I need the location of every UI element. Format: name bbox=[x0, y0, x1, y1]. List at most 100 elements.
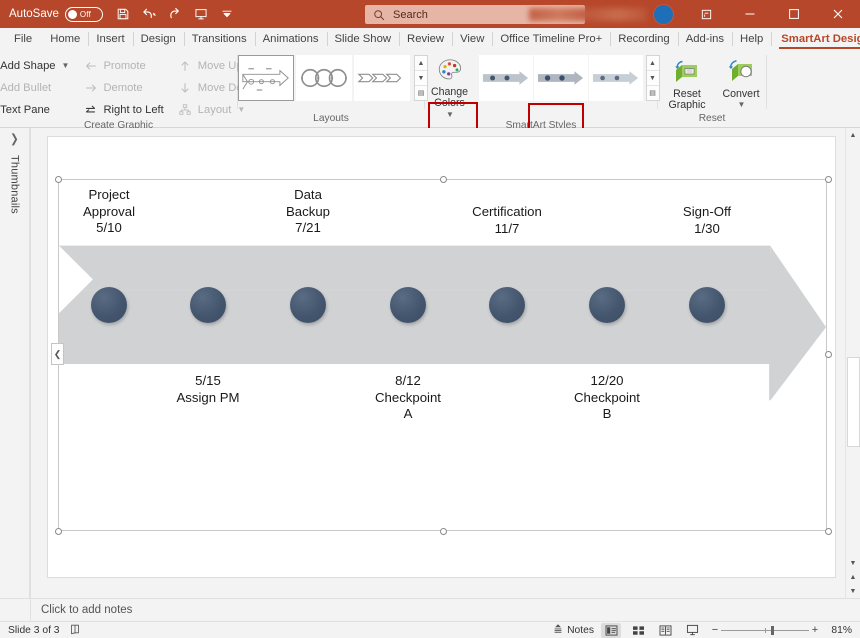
scroll-thumb[interactable] bbox=[847, 357, 860, 447]
resize-handle-top-left[interactable] bbox=[55, 176, 62, 183]
style-simple-fill-thumb[interactable] bbox=[479, 55, 533, 101]
scroll-down-arrow-icon[interactable]: ▼ bbox=[850, 556, 857, 570]
slide-number-label[interactable]: Slide 3 of 3 bbox=[8, 625, 60, 636]
normal-view-icon[interactable] bbox=[601, 623, 621, 638]
resize-handle-bottom-left[interactable] bbox=[55, 528, 62, 535]
slide-canvas[interactable]: Project Approval 5/10 Data Backup 7/21 C… bbox=[47, 136, 836, 578]
notes-placeholder[interactable]: Click to add notes bbox=[31, 604, 132, 616]
milestone-label-6[interactable]: 12/20 Checkpoint B bbox=[547, 373, 667, 423]
layout-chevrons-thumb[interactable] bbox=[354, 55, 410, 101]
thumbnail-pane[interactable]: ❯ Thumbnails bbox=[0, 128, 30, 598]
tab-insert[interactable]: Insert bbox=[88, 28, 132, 50]
convert-caret-icon[interactable]: ▼ bbox=[738, 99, 746, 111]
zoom-thumb[interactable] bbox=[771, 626, 774, 635]
scroll-down-icon[interactable]: ▼ bbox=[647, 71, 659, 86]
tab-file[interactable]: File bbox=[0, 28, 42, 50]
style-inset-thumb[interactable] bbox=[534, 55, 588, 101]
milestone-node-5[interactable] bbox=[489, 287, 525, 323]
tab-recording[interactable]: Recording bbox=[610, 28, 678, 50]
tab-add-ins[interactable]: Add-ins bbox=[678, 28, 732, 50]
accessibility-icon[interactable] bbox=[69, 623, 81, 638]
slideshow-icon[interactable] bbox=[682, 623, 702, 638]
milestone-label-5[interactable]: Certification 11/7 bbox=[447, 204, 567, 237]
milestone-label-3[interactable]: Data Backup 7/21 bbox=[248, 187, 368, 237]
convert-button[interactable]: Convert ▼ bbox=[716, 55, 766, 111]
autosave-toggle[interactable]: Off bbox=[65, 7, 103, 22]
autosave-control[interactable]: AutoSave Off bbox=[9, 7, 103, 22]
zoom-out-button[interactable]: − bbox=[709, 624, 721, 636]
notes-pane[interactable]: Click to add notes bbox=[0, 598, 860, 621]
milestone-label-7[interactable]: Sign-Off 1/30 bbox=[647, 204, 767, 237]
tab-animations[interactable]: Animations bbox=[255, 28, 327, 50]
demote-label: Demote bbox=[103, 82, 142, 94]
milestone-node-2[interactable] bbox=[190, 287, 226, 323]
tab-home[interactable]: Home bbox=[42, 28, 88, 50]
tab-transitions[interactable]: Transitions bbox=[184, 28, 255, 50]
milestone-node-6[interactable] bbox=[589, 287, 625, 323]
milestone-node-3[interactable] bbox=[290, 287, 326, 323]
milestone-node-4[interactable] bbox=[390, 287, 426, 323]
scroll-track[interactable] bbox=[846, 142, 860, 556]
text-pane-collapse-button[interactable]: ❮ bbox=[51, 343, 64, 365]
start-presentation-icon[interactable] bbox=[189, 3, 213, 25]
layouts-gallery: ▲ ▼ ▤ bbox=[234, 55, 428, 101]
milestone-label-2[interactable]: 5/15 Assign PM bbox=[148, 373, 268, 406]
change-colors-button[interactable]: Change Colors ▼ bbox=[427, 55, 473, 120]
tab-design[interactable]: Design bbox=[133, 28, 184, 50]
layout-circles-thumb[interactable] bbox=[296, 55, 352, 101]
previous-slide-icon[interactable]: ▲ bbox=[850, 570, 857, 584]
slide-vertical-scrollbar[interactable]: ▲ ▼ ▲ ▼ bbox=[845, 128, 860, 598]
search-icon bbox=[373, 9, 385, 21]
resize-handle-bottom-center[interactable] bbox=[440, 528, 447, 535]
close-icon[interactable] bbox=[816, 0, 860, 28]
tab-smartart-design[interactable]: SmartArt Design bbox=[771, 28, 860, 50]
next-slide-icon[interactable]: ▼ bbox=[850, 584, 857, 598]
minimize-icon[interactable] bbox=[728, 0, 772, 28]
customize-qat-icon[interactable] bbox=[215, 3, 239, 25]
tab-help[interactable]: Help bbox=[732, 28, 771, 50]
add-shape-label: Add Shape bbox=[0, 60, 55, 72]
restore-down-icon[interactable] bbox=[684, 0, 728, 28]
add-shape-button[interactable]: Add Shape ▼ bbox=[0, 55, 74, 76]
zoom-slider[interactable]: − + bbox=[709, 624, 821, 636]
notes-toggle-button[interactable]: Notes bbox=[552, 623, 594, 637]
status-bar: Slide 3 of 3 Notes − bbox=[0, 621, 860, 638]
workspace: ❯ Thumbnails bbox=[0, 128, 860, 598]
reset-graphic-button[interactable]: Reset Graphic bbox=[662, 55, 712, 112]
tab-office-timeline-pro[interactable]: Office Timeline Pro+ bbox=[492, 28, 610, 50]
reading-view-icon[interactable] bbox=[655, 623, 675, 638]
style-subtle-effect-thumb[interactable] bbox=[589, 55, 643, 101]
slide-area[interactable]: Project Approval 5/10 Data Backup 7/21 C… bbox=[31, 128, 845, 598]
change-colors-caret-icon[interactable]: ▼ bbox=[446, 109, 454, 121]
milestone-label-1[interactable]: Project Approval 5/10 bbox=[49, 187, 169, 237]
zoom-track[interactable] bbox=[721, 630, 809, 631]
avatar[interactable] bbox=[653, 4, 674, 25]
milestone-node-1[interactable] bbox=[91, 287, 127, 323]
tab-slide-show[interactable]: Slide Show bbox=[327, 28, 400, 50]
undo-icon[interactable] bbox=[137, 3, 161, 25]
save-icon[interactable] bbox=[111, 3, 135, 25]
ribbon-divider-4 bbox=[766, 55, 767, 109]
tab-view[interactable]: View bbox=[452, 28, 492, 50]
zoom-level-label[interactable]: 81% bbox=[828, 625, 852, 636]
scroll-up-arrow-icon[interactable]: ▲ bbox=[850, 128, 857, 142]
resize-handle-top-right[interactable] bbox=[825, 176, 832, 183]
smartart-frame[interactable]: Project Approval 5/10 Data Backup 7/21 C… bbox=[58, 179, 827, 531]
milestone-node-7[interactable] bbox=[689, 287, 725, 323]
tab-review[interactable]: Review bbox=[399, 28, 452, 50]
chevron-right-icon[interactable]: ❯ bbox=[10, 133, 18, 146]
right-to-left-button[interactable]: Right to Left bbox=[78, 99, 168, 120]
resize-handle-bottom-right[interactable] bbox=[825, 528, 832, 535]
add-shape-caret-icon[interactable]: ▼ bbox=[62, 61, 70, 70]
layout-arrow-timeline-thumb[interactable] bbox=[238, 55, 294, 101]
resize-handle-top-center[interactable] bbox=[440, 176, 447, 183]
zoom-in-button[interactable]: + bbox=[809, 624, 821, 636]
text-pane-button[interactable]: Text Pane bbox=[0, 99, 74, 120]
slide-sorter-icon[interactable] bbox=[628, 623, 648, 638]
maximize-icon[interactable] bbox=[772, 0, 816, 28]
resize-handle-middle-right[interactable] bbox=[825, 351, 832, 358]
redo-icon[interactable] bbox=[163, 3, 187, 25]
more-styles-icon[interactable]: ▤ bbox=[647, 86, 659, 100]
scroll-up-icon[interactable]: ▲ bbox=[647, 56, 659, 71]
milestone-label-4[interactable]: 8/12 Checkpoint A bbox=[348, 373, 468, 423]
